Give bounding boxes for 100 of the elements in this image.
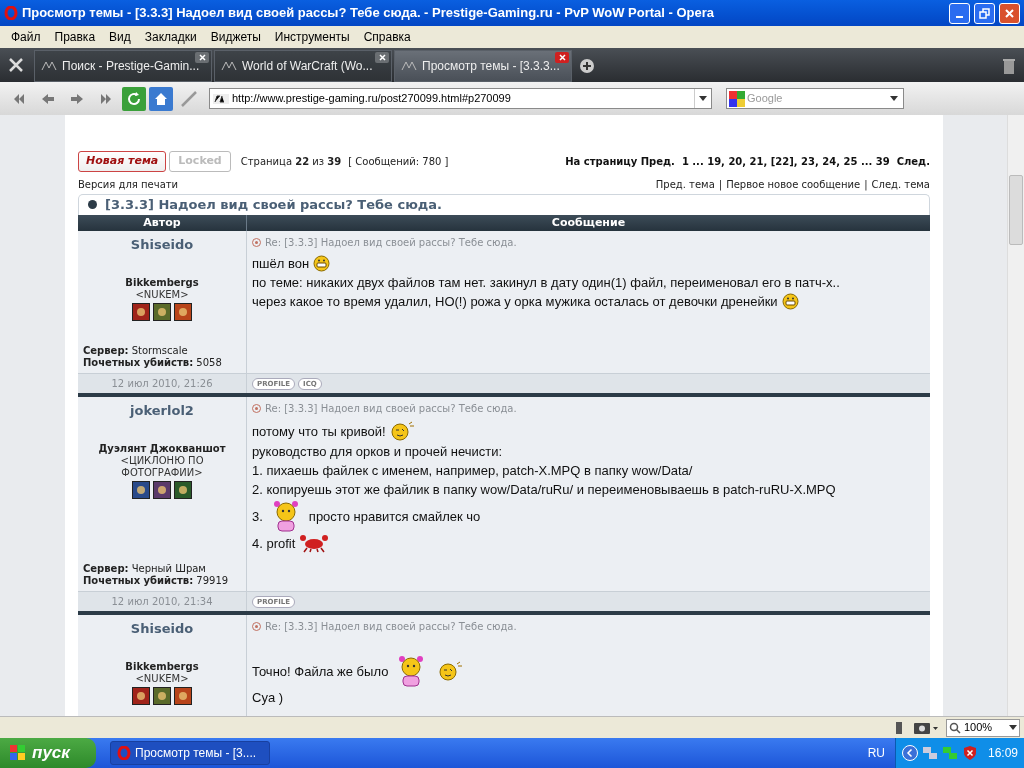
post-subject: Re: [3.3.3] Надоел вид своей рассы? Тебе сюда. bbox=[265, 402, 517, 416]
message-text: по теме: никаких двух файлов там нет. закинул в дату один(1) файл, переименовал его в патч-х.. bbox=[252, 274, 840, 292]
back-icon bbox=[41, 92, 55, 105]
start-button[interactable]: пуск bbox=[0, 738, 96, 768]
message-text: руководство для орков и прочей нечисти: bbox=[252, 443, 503, 461]
author-name[interactable]: jokerlol2 bbox=[130, 401, 194, 421]
rewind-icon bbox=[12, 92, 26, 105]
message-text: 1. пихаешь файлек с именем, например, patch-X.MPQ в папку wow/Data/ bbox=[252, 462, 693, 480]
window-title: Просмотр темы - [3.3.3] Надоел вид своей рассы? Тебе сюда. - Prestige-Gaming.ru - PvP WoW Portal - Opera bbox=[22, 4, 715, 23]
address-bar[interactable]: http://www.prestige-gaming.ru/post270099.html#p270099 bbox=[209, 88, 712, 109]
new-topic-button[interactable]: Новая тема bbox=[78, 151, 167, 172]
link-separator: | bbox=[864, 178, 868, 192]
guild-name: <NUKEM> bbox=[134, 672, 190, 685]
close-button[interactable] bbox=[999, 2, 1020, 24]
google-logo-icon bbox=[729, 90, 745, 107]
clock: 16:09 bbox=[987, 745, 1018, 762]
browser-logo-icon bbox=[4, 6, 18, 20]
browser-tab[interactable]: Просмотр темы - [3.3.3... bbox=[394, 50, 572, 82]
guild-name: <NUKEM> bbox=[134, 288, 190, 301]
browser-logo-icon bbox=[117, 746, 131, 760]
dropdown-caret-icon bbox=[890, 96, 898, 101]
tab-label: Поиск - Prestige-Gamin... bbox=[62, 58, 200, 75]
tab-close-button[interactable] bbox=[555, 52, 569, 63]
message-text: 3. bbox=[252, 507, 263, 526]
menu-item[interactable]: Файл bbox=[4, 28, 48, 46]
minimize-button[interactable] bbox=[949, 2, 970, 24]
author-name[interactable]: Shiseido bbox=[130, 619, 194, 639]
tab-favicon-icon bbox=[401, 60, 417, 72]
guild-name: <ЦИКЛОНЮ ПО ФОТОГРАФИИ> bbox=[119, 454, 205, 479]
grinning-smiley-icon bbox=[781, 293, 799, 310]
menu-item[interactable]: Справка bbox=[356, 28, 418, 46]
post-subject: Re: [3.3.3] Надоел вид своей рассы? Тебе сюда. bbox=[265, 620, 517, 634]
post-marker-icon bbox=[252, 238, 261, 247]
honor-kills-info: Почетных убийств: 5058 bbox=[83, 357, 223, 369]
crab-icon bbox=[299, 533, 330, 553]
minimize-icon bbox=[956, 15, 963, 18]
language-indicator[interactable]: RU bbox=[867, 744, 885, 762]
message-text: Точно! Файла же было bbox=[252, 662, 389, 681]
column-header: Сообщение bbox=[550, 214, 627, 231]
menu-item[interactable]: Инструменты bbox=[267, 28, 357, 46]
tab-close-button[interactable] bbox=[375, 52, 389, 63]
honor-kills-info: Почетных убийств: 79919 bbox=[83, 575, 230, 587]
scrollbar[interactable] bbox=[1007, 115, 1024, 716]
server-info: Сервер: Stormscale bbox=[83, 345, 189, 357]
winking-smiley-icon bbox=[389, 420, 416, 442]
search-field[interactable]: Google bbox=[747, 90, 887, 107]
reload-icon bbox=[126, 90, 142, 107]
tab-label: World of WarCraft (Wo... bbox=[242, 58, 373, 75]
tab-label: Просмотр темы - [3.3.3... bbox=[422, 58, 560, 75]
browser-tab[interactable]: Поиск - Prestige-Gamin... bbox=[34, 50, 212, 82]
message-text: 2. копируешь этот же файлик в папку wow/Data/ruRu/ и переименовываешь в patch-ruRU-X.MPQ bbox=[252, 481, 836, 499]
message-text: Cya ) bbox=[252, 689, 284, 707]
pagination[interactable]: На страницу Пред. 1 ... 19, 20, 21, [22], 23, 24, 25 ... 39 След. bbox=[565, 154, 930, 169]
tab-favicon-icon bbox=[221, 60, 237, 72]
post-marker-icon bbox=[252, 622, 261, 631]
grinning-smiley-icon bbox=[313, 255, 331, 272]
reload-button[interactable] bbox=[122, 86, 146, 111]
taskbar-task[interactable]: Просмотр темы - [3.... bbox=[110, 741, 270, 765]
rank-title: Bikkembergs bbox=[125, 660, 199, 673]
dropdown-caret-icon bbox=[1009, 724, 1017, 731]
home-button[interactable] bbox=[149, 86, 173, 111]
topic-nav-link[interactable]: Первое новое сообщение bbox=[726, 177, 861, 192]
fast-forward-icon bbox=[99, 92, 113, 105]
dropdown-caret-icon bbox=[699, 96, 707, 101]
post-count: [ Сообщений: 780 ] bbox=[348, 155, 449, 169]
chevron-icon[interactable] bbox=[901, 745, 918, 761]
windows-logo-icon bbox=[9, 744, 27, 762]
author-name[interactable]: Shiseido bbox=[130, 235, 194, 255]
plus-icon bbox=[579, 58, 595, 74]
menu-item[interactable]: Вид bbox=[102, 28, 138, 46]
topic-nav-link[interactable]: След. тема bbox=[871, 177, 930, 192]
browser-tab[interactable]: World of WarCraft (Wo... bbox=[214, 50, 392, 82]
rank-title: Дуэлянт Джокваншот bbox=[98, 442, 226, 455]
menu-item[interactable]: Виджеты bbox=[203, 28, 268, 46]
message-text: через какое то время удалил, НО(!) рожа у орка мужика осталась от девочки дренейки bbox=[252, 293, 778, 311]
message-text: потому что ты кривой! bbox=[252, 422, 386, 441]
post-marker-icon bbox=[252, 404, 261, 413]
zoom-control[interactable]: 100% bbox=[946, 718, 1020, 737]
page-info: Страница 22 из 39 bbox=[240, 155, 342, 169]
tab-close-button[interactable] bbox=[195, 52, 209, 63]
security-shield-icon[interactable] bbox=[961, 745, 978, 761]
maximize-button[interactable] bbox=[974, 2, 995, 24]
forward-icon bbox=[70, 92, 84, 105]
bullet-icon bbox=[88, 200, 97, 210]
address-field[interactable]: http://www.prestige-gaming.ru/post270099.html#p270099 bbox=[232, 90, 694, 107]
camera-icon bbox=[914, 720, 938, 735]
post-subject: Re: [3.3.3] Надоел вид своей рассы? Тебе сюда. bbox=[265, 236, 517, 250]
server-info: Сервер: Черный Шрам bbox=[83, 563, 207, 575]
post-date: 12 июл 2010, 21:26 bbox=[111, 377, 213, 391]
home-icon bbox=[153, 90, 169, 107]
rank-title: Bikkembergs bbox=[125, 276, 199, 289]
menu-item[interactable]: Закладки bbox=[137, 28, 204, 46]
print-version-link[interactable]: Версия для печати bbox=[78, 177, 179, 192]
message-text: просто нравится смайлек чо bbox=[308, 507, 481, 526]
scrollbar-thumb[interactable] bbox=[1009, 175, 1023, 245]
menu-item[interactable]: Правка bbox=[47, 28, 103, 46]
message-text: пшёл вон bbox=[252, 255, 310, 273]
topic-nav-link[interactable]: Пред. тема bbox=[655, 177, 715, 192]
topic-title: [3.3.3] Надоел вид своей рассы? Тебе сюда. bbox=[105, 196, 443, 214]
search-box[interactable]: Google bbox=[726, 88, 904, 109]
